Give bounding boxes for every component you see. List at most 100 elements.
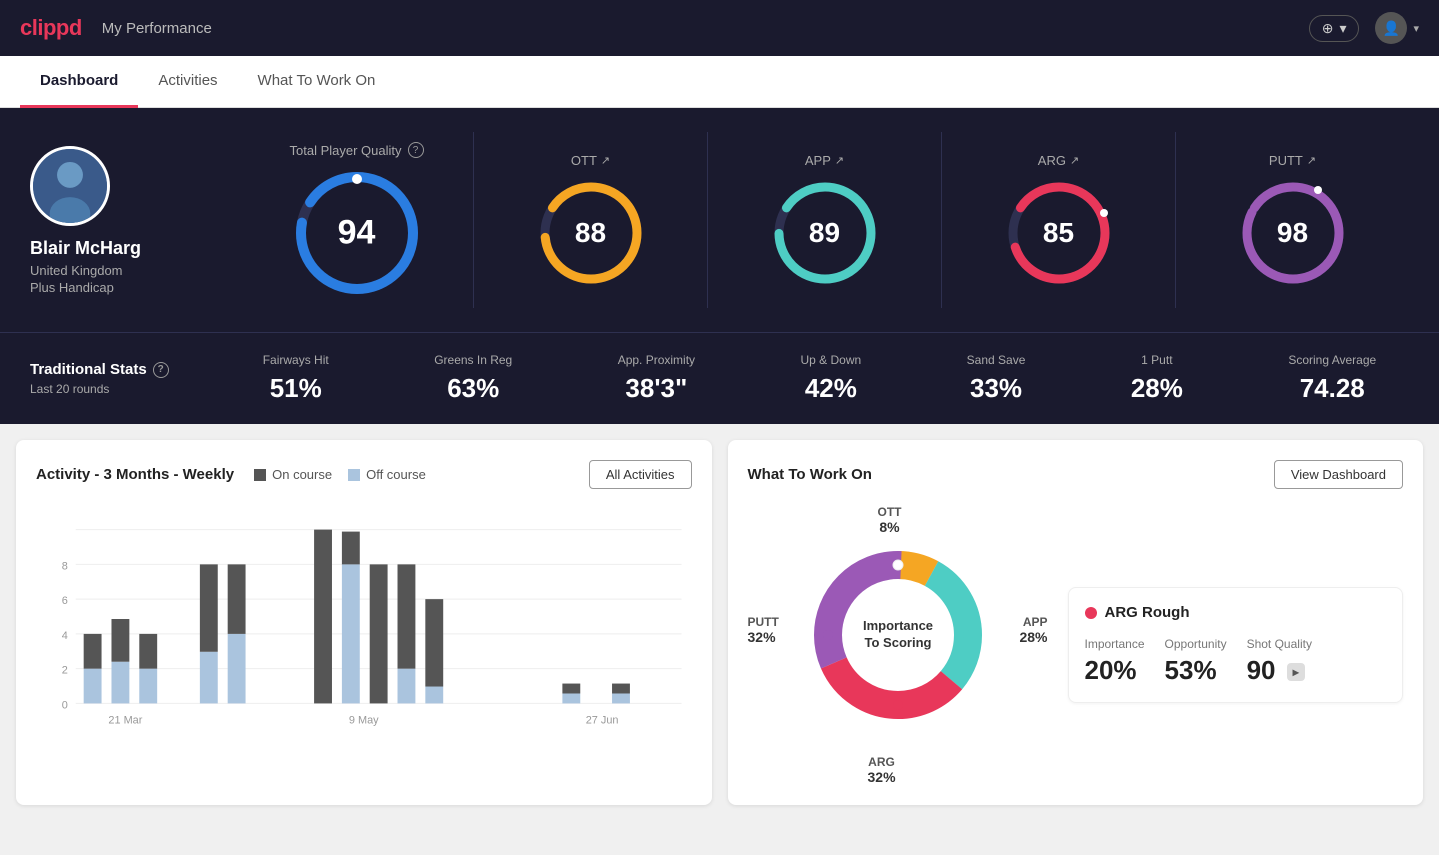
hero-inner: Blair McHarg United Kingdom Plus Handica… [30, 132, 1409, 308]
tab-activities[interactable]: Activities [138, 56, 237, 108]
arg-rough-dot [1085, 607, 1097, 619]
segment-label-ott: OTT 8% [878, 505, 902, 535]
add-chevron: ▾ [1339, 20, 1346, 37]
wtwo-title: What To Work On [748, 466, 872, 483]
plus-icon: ⊕ [1322, 20, 1334, 37]
score-ott: OTT ↗ 88 [474, 132, 708, 308]
svg-text:6: 6 [62, 595, 68, 607]
svg-text:Importance: Importance [862, 618, 932, 633]
nav-tabs: Dashboard Activities What To Work On [0, 56, 1439, 108]
chart-header-left: Activity - 3 Months - Weekly On course O… [36, 466, 426, 483]
shot-quality-badge: ▸ [1287, 663, 1305, 681]
stat-proximity-label: App. Proximity [618, 353, 695, 367]
score-arg: ARG ↗ 85 [942, 132, 1176, 308]
stat-fairways-value: 51% [263, 373, 329, 404]
stat-greens-label: Greens In Reg [434, 353, 512, 367]
header-right: ⊕ ▾ 👤 ▾ [1309, 12, 1419, 44]
donut-svg: Importance To Scoring [798, 535, 998, 735]
wtwo-content: OTT 8% APP 28% ARG 32% PUTT [748, 505, 1404, 785]
total-quality-label: Total Player Quality ? [290, 142, 424, 158]
chart-card-header: Activity - 3 Months - Weekly On course O… [36, 460, 692, 489]
stat-fairways: Fairways Hit 51% [263, 353, 329, 404]
app-arrow-icon: ↗ [835, 154, 844, 167]
what-to-work-on-card: What To Work On View Dashboard OTT 8% AP… [728, 440, 1424, 805]
tab-what-to-work-on[interactable]: What To Work On [238, 56, 396, 108]
player-country: United Kingdom [30, 263, 123, 278]
arg-value: 85 [1043, 217, 1074, 249]
arg-rough-stats: Importance 20% Opportunity 53% Shot Qual… [1085, 637, 1387, 686]
app-label: APP ↗ [805, 153, 844, 168]
svg-text:21 Mar: 21 Mar [108, 714, 142, 726]
all-activities-button[interactable]: All Activities [589, 460, 692, 489]
tab-dashboard[interactable]: Dashboard [20, 56, 138, 108]
putt-label: PUTT ↗ [1269, 153, 1316, 168]
donut-area: OTT 8% APP 28% ARG 32% PUTT [748, 505, 1048, 785]
arg-importance: Importance 20% [1085, 637, 1145, 686]
segment-label-app: APP 28% [1019, 615, 1047, 645]
player-name: Blair McHarg [30, 238, 141, 259]
legend-on-course: On course [254, 467, 332, 482]
segment-label-putt: PUTT 32% [748, 615, 779, 645]
ott-arrow-icon: ↗ [601, 154, 610, 167]
ott-value: 88 [575, 217, 606, 249]
chart-title: Activity - 3 Months - Weekly [36, 466, 234, 483]
player-info: Blair McHarg United Kingdom Plus Handica… [30, 146, 210, 295]
stat-scoring-value: 74.28 [1288, 373, 1376, 404]
stats-bar: Traditional Stats ? Last 20 rounds Fairw… [0, 332, 1439, 424]
ott-gauge: 88 [536, 178, 646, 288]
putt-gauge: 98 [1238, 178, 1348, 288]
bar-chart-area: 0 2 4 6 8 [36, 509, 692, 709]
scores-section: Total Player Quality ? 94 OTT ↗ [240, 132, 1409, 308]
chart-legend: On course Off course [254, 467, 426, 482]
stat-greens-value: 63% [434, 373, 512, 404]
stat-updown-value: 42% [801, 373, 862, 404]
svg-text:To Scoring: To Scoring [864, 635, 931, 650]
arg-opportunity-value: 53% [1165, 655, 1227, 686]
arg-opportunity-label: Opportunity [1165, 637, 1227, 651]
donut-wrapper: OTT 8% APP 28% ARG 32% PUTT [748, 505, 1048, 785]
score-putt: PUTT ↗ 98 [1176, 132, 1409, 308]
arg-label: ARG ↗ [1038, 153, 1079, 168]
stat-fairways-label: Fairways Hit [263, 353, 329, 367]
lower-section: Activity - 3 Months - Weekly On course O… [0, 424, 1439, 821]
svg-text:0: 0 [62, 699, 68, 711]
player-avatar [30, 146, 110, 226]
svg-text:8: 8 [62, 560, 68, 572]
app-value: 89 [809, 217, 840, 249]
wtwo-header: What To Work On View Dashboard [748, 460, 1404, 489]
stats-info-icon[interactable]: ? [153, 362, 169, 378]
stat-greens: Greens In Reg 63% [434, 353, 512, 404]
bar-chart-svg: 0 2 4 6 8 [36, 509, 692, 729]
arg-shot-quality-value: 90 ▸ [1247, 655, 1312, 686]
total-quality-value: 94 [338, 214, 376, 253]
putt-value: 98 [1277, 217, 1308, 249]
add-button[interactable]: ⊕ ▾ [1309, 15, 1360, 42]
arg-gauge: 85 [1004, 178, 1114, 288]
stat-sandsave-value: 33% [967, 373, 1026, 404]
stats-label-group: Traditional Stats ? Last 20 rounds [30, 361, 190, 396]
stat-updown: Up & Down 42% [801, 353, 862, 404]
arg-importance-value: 20% [1085, 655, 1145, 686]
stat-1putt-label: 1 Putt [1131, 353, 1183, 367]
avatar: 👤 [1375, 12, 1407, 44]
view-dashboard-button[interactable]: View Dashboard [1274, 460, 1403, 489]
header-left: clippd My Performance [20, 15, 212, 41]
segment-label-arg: ARG 32% [868, 755, 896, 785]
arg-importance-label: Importance [1085, 637, 1145, 651]
stat-sandsave: Sand Save 33% [967, 353, 1026, 404]
user-menu[interactable]: 👤 ▾ [1375, 12, 1419, 44]
player-handicap: Plus Handicap [30, 280, 114, 295]
user-chevron: ▾ [1413, 22, 1419, 35]
off-course-dot [348, 469, 360, 481]
total-quality-gauge: 94 [292, 168, 422, 298]
total-quality-info-icon[interactable]: ? [408, 142, 424, 158]
svg-text:4: 4 [62, 630, 68, 642]
legend-off-course: Off course [348, 467, 426, 482]
on-course-dot [254, 469, 266, 481]
arg-rough-title: ARG Rough [1085, 604, 1387, 621]
score-app: APP ↗ 89 [708, 132, 942, 308]
svg-text:9 May: 9 May [349, 714, 379, 726]
logo: clippd [20, 15, 82, 41]
stats-items: Fairways Hit 51% Greens In Reg 63% App. … [230, 353, 1409, 404]
stats-subtitle: Last 20 rounds [30, 382, 190, 396]
